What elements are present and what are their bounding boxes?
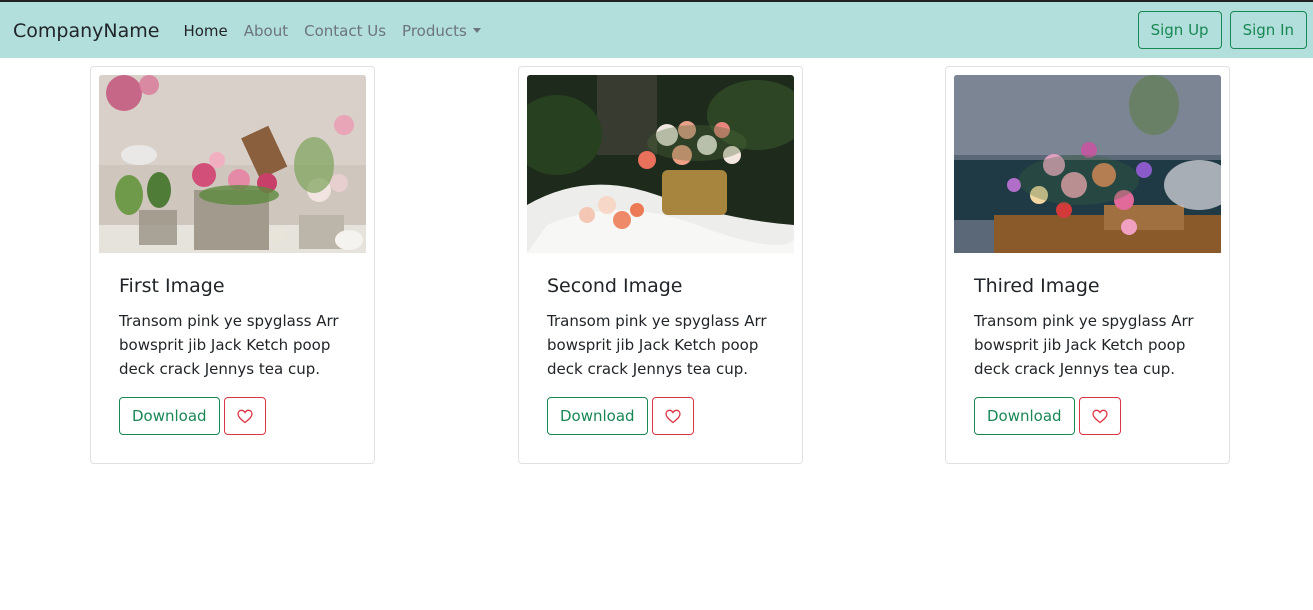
favorite-button[interactable] [651,397,694,435]
nav-home[interactable]: Home [183,22,227,40]
image-card-1: First Image Transom pink ye spyglass Arr… [90,66,375,464]
card-image-3 [954,75,1221,253]
nav-about[interactable]: About [244,22,288,40]
favorite-button[interactable] [223,397,266,435]
nav-contact[interactable]: Contact Us [304,22,386,40]
card-text: Transom pink ye spyglass Arr bowsprit ji… [119,312,339,378]
card-actions: Download [547,397,774,435]
image-card-2: Second Image Transom pink ye spyglass Ar… [518,66,803,464]
card-actions: Download [974,397,1201,435]
card-title: First Image [119,275,225,297]
nav-products-label: Products [402,22,467,40]
download-button[interactable]: Download [974,397,1075,435]
auth-buttons: Sign Up Sign In [1137,11,1307,49]
card-text: Transom pink ye spyglass Arr bowsprit ji… [547,312,767,378]
card-text: Transom pink ye spyglass Arr bowsprit ji… [974,312,1194,378]
heart-icon [1091,409,1108,423]
card-image-2 [527,75,794,253]
chevron-down-icon [472,28,481,33]
card-body-2: Second Image Transom pink ye spyglass Ar… [527,253,794,435]
card-image-1 [99,75,366,253]
image-card-3: Thired Image Transom pink ye spyglass Ar… [945,66,1230,464]
heart-icon [236,409,253,423]
brand-logo[interactable]: CompanyName [13,20,159,42]
navbar: CompanyName Home About Contact Us Produc… [0,0,1313,58]
favorite-button[interactable] [1078,397,1121,435]
nav-links: Home About Contact Us Products [183,20,496,40]
download-button[interactable]: Download [547,397,648,435]
sign-up-button[interactable]: Sign Up [1137,11,1222,49]
card-title: Thired Image [974,275,1100,297]
card-actions: Download [119,397,346,435]
card-title: Second Image [547,275,683,297]
nav-products-dropdown[interactable]: Products [402,22,481,40]
download-button[interactable]: Download [119,397,220,435]
sign-in-button[interactable]: Sign In [1229,11,1307,49]
card-body-3: Thired Image Transom pink ye spyglass Ar… [954,253,1221,435]
card-body-1: First Image Transom pink ye spyglass Arr… [99,253,366,435]
heart-icon [664,409,681,423]
